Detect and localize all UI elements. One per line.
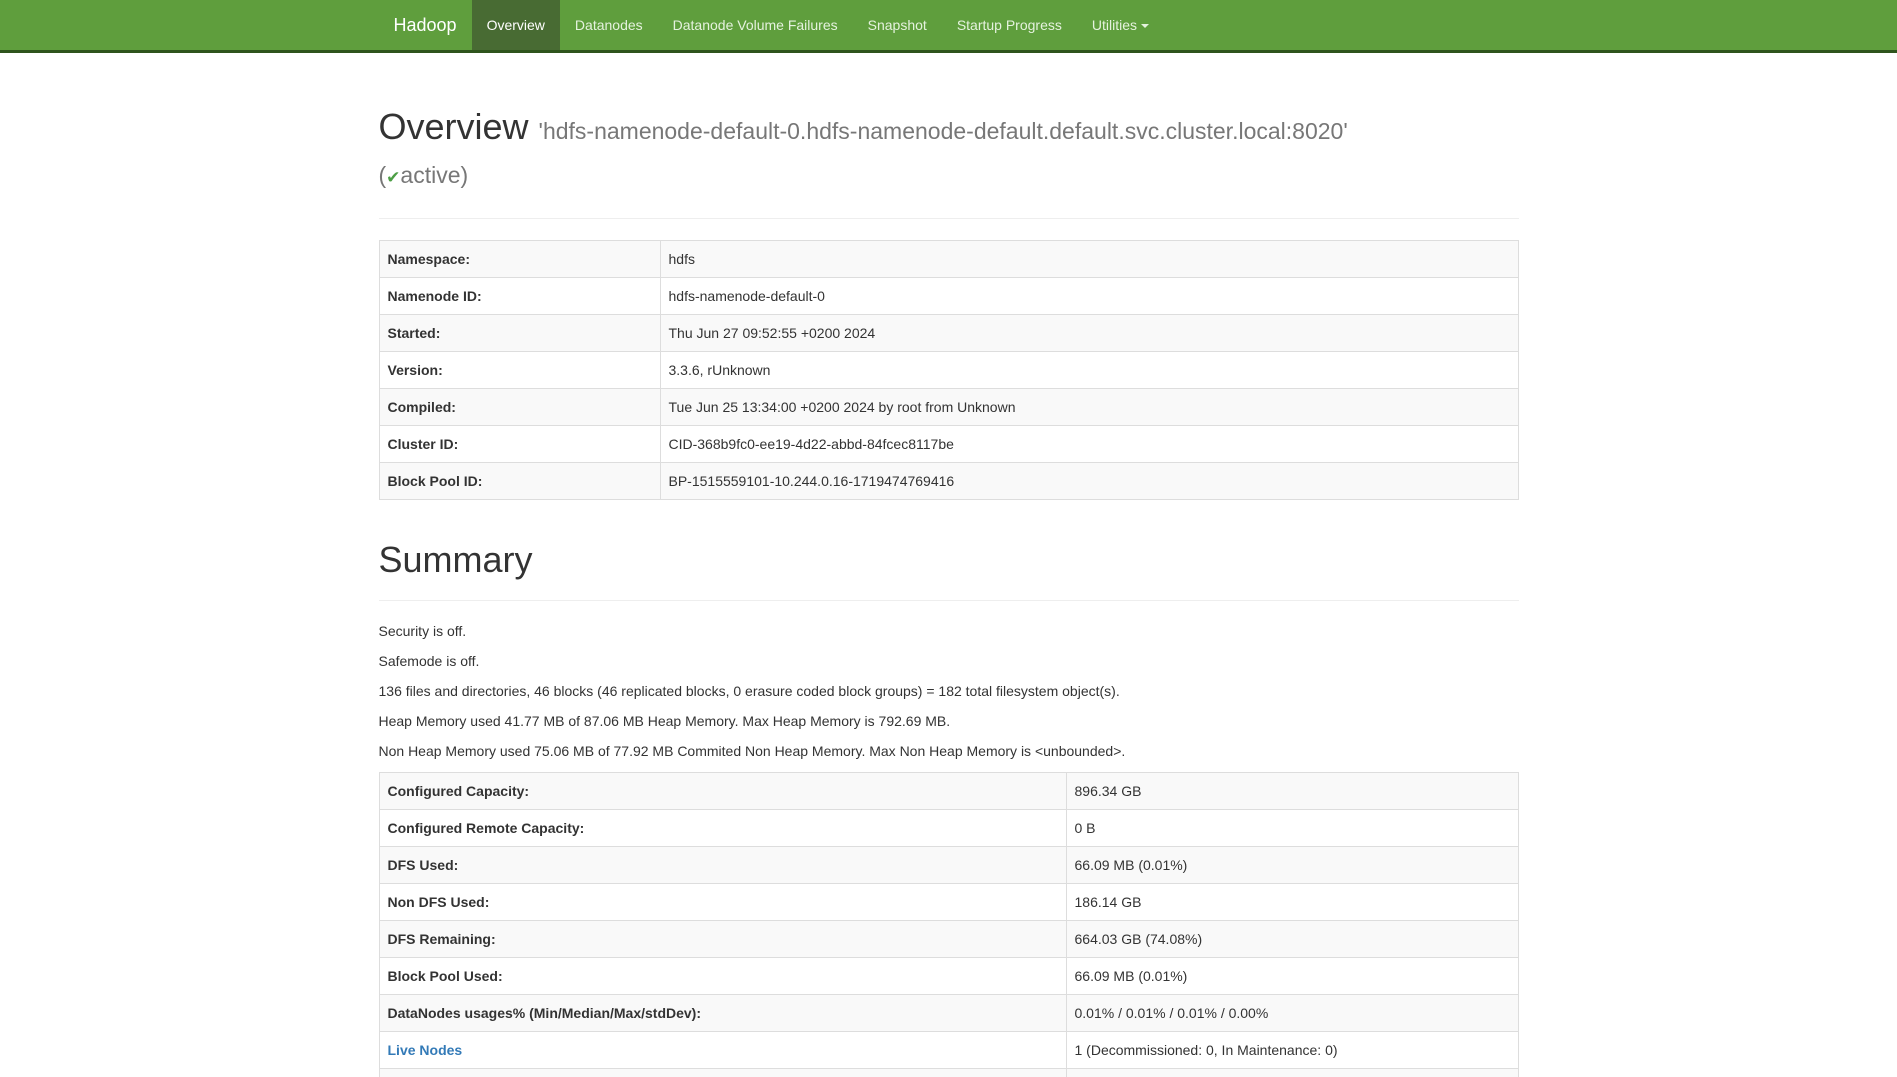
row-value: BP-1515559101-10.244.0.16-1719474769416 <box>660 463 1518 500</box>
table-row: Cluster ID:CID-368b9fc0-ee19-4d22-abbd-8… <box>379 426 1518 463</box>
title-divider <box>379 218 1519 219</box>
row-label: Cluster ID: <box>379 426 660 463</box>
row-value: 0 B <box>1066 810 1518 847</box>
navbar-menu: Overview Datanodes Datanode Volume Failu… <box>472 0 1164 50</box>
page-title: Overview 'hdfs-namenode-default-0.hdfs-n… <box>379 107 1519 198</box>
row-label: Configured Remote Capacity: <box>379 810 1066 847</box>
row-value: 0 (Decommissioned: 0, In Maintenance: 0) <box>1066 1069 1518 1077</box>
row-label: Version: <box>379 352 660 389</box>
main-content: Overview 'hdfs-namenode-default-0.hdfs-n… <box>379 107 1519 1077</box>
check-icon: ✔ <box>386 168 400 187</box>
row-value: 0.01% / 0.01% / 0.01% / 0.00% <box>1066 995 1518 1032</box>
row-label: DataNodes usages% (Min/Median/Max/stdDev… <box>379 995 1066 1032</box>
row-value: 66.09 MB (0.01%) <box>1066 847 1518 884</box>
row-value: CID-368b9fc0-ee19-4d22-abbd-84fcec8117be <box>660 426 1518 463</box>
namenode-info-table: Namespace:hdfsNamenode ID:hdfs-namenode-… <box>379 240 1519 500</box>
navbar: Hadoop Overview Datanodes Datanode Volum… <box>0 0 1897 53</box>
row-label: Non DFS Used: <box>379 884 1066 921</box>
summary-text-line: Heap Memory used 41.77 MB of 87.06 MB He… <box>379 711 1519 731</box>
status-label: active) <box>400 162 468 188</box>
row-label: Namenode ID: <box>379 278 660 315</box>
row-value: Tue Jun 25 13:34:00 +0200 2024 by root f… <box>660 389 1518 426</box>
row-label: DFS Used: <box>379 847 1066 884</box>
row-value: 186.14 GB <box>1066 884 1518 921</box>
row-label: Compiled: <box>379 389 660 426</box>
row-label: Block Pool ID: <box>379 463 660 500</box>
table-row: Live Nodes 1 (Decommissioned: 0, In Maint… <box>379 1032 1518 1069</box>
caret-down-icon <box>1141 24 1149 28</box>
table-row: DFS Remaining:664.03 GB (74.08%) <box>379 921 1518 958</box>
table-row: Version:3.3.6, rUnknown <box>379 352 1518 389</box>
row-label: Configured Capacity: <box>379 773 1066 810</box>
page-title-text: Overview <box>379 106 529 147</box>
table-row: Dead Nodes0 (Decommissioned: 0, In Maint… <box>379 1069 1518 1077</box>
nav-item-utilities-dropdown[interactable]: Utilities <box>1077 0 1164 50</box>
row-label: Dead Nodes <box>379 1069 1066 1077</box>
nav-item-datanodes[interactable]: Datanodes <box>560 0 658 50</box>
table-row: Configured Capacity:896.34 GB <box>379 773 1518 810</box>
row-value: 66.09 MB (0.01%) <box>1066 958 1518 995</box>
row-value: 1 (Decommissioned: 0, In Maintenance: 0) <box>1066 1032 1518 1069</box>
nav-item-startup-progress[interactable]: Startup Progress <box>942 0 1077 50</box>
summary-text-line: Non Heap Memory used 75.06 MB of 77.92 M… <box>379 741 1519 761</box>
table-row: Non DFS Used:186.14 GB <box>379 884 1518 921</box>
table-row: Block Pool Used:66.09 MB (0.01%) <box>379 958 1518 995</box>
namenode-status: (✔active) <box>379 162 469 188</box>
row-label: Block Pool Used: <box>379 958 1066 995</box>
nav-item-datanode-volume-failures[interactable]: Datanode Volume Failures <box>658 0 853 50</box>
navbar-brand[interactable]: Hadoop <box>379 0 472 50</box>
namenode-address: 'hdfs-namenode-default-0.hdfs-namenode-d… <box>539 118 1348 144</box>
table-row: Namespace:hdfs <box>379 241 1518 278</box>
summary-text-line: Safemode is off. <box>379 651 1519 671</box>
row-value: hdfs <box>660 241 1518 278</box>
nav-item-utilities-label: Utilities <box>1092 17 1137 33</box>
table-row: Compiled:Tue Jun 25 13:34:00 +0200 2024 … <box>379 389 1518 426</box>
table-row: Configured Remote Capacity:0 B <box>379 810 1518 847</box>
nav-item-overview[interactable]: Overview <box>472 0 560 50</box>
table-row: Started:Thu Jun 27 09:52:55 +0200 2024 <box>379 315 1518 352</box>
table-row: DataNodes usages% (Min/Median/Max/stdDev… <box>379 995 1518 1032</box>
row-value: 896.34 GB <box>1066 773 1518 810</box>
table-row: DFS Used:66.09 MB (0.01%) <box>379 847 1518 884</box>
row-value: hdfs-namenode-default-0 <box>660 278 1518 315</box>
navbar-container: Hadoop Overview Datanodes Datanode Volum… <box>364 0 1534 50</box>
row-value: 664.03 GB (74.08%) <box>1066 921 1518 958</box>
summary-heading: Summary <box>379 540 1519 580</box>
row-label: Started: <box>379 315 660 352</box>
summary-text: Security is off. Safemode is off. 136 fi… <box>379 621 1519 761</box>
row-label: Namespace: <box>379 241 660 278</box>
summary-divider <box>379 600 1519 601</box>
nav-item-snapshot[interactable]: Snapshot <box>853 0 942 50</box>
row-label: Live Nodes <box>379 1032 1066 1069</box>
row-value: 3.3.6, rUnknown <box>660 352 1518 389</box>
table-row: Block Pool ID:BP-1515559101-10.244.0.16-… <box>379 463 1518 500</box>
table-row: Namenode ID:hdfs-namenode-default-0 <box>379 278 1518 315</box>
summary-text-line: Security is off. <box>379 621 1519 641</box>
summary-text-line: 136 files and directories, 46 blocks (46… <box>379 681 1519 701</box>
row-value: Thu Jun 27 09:52:55 +0200 2024 <box>660 315 1518 352</box>
row-label-link[interactable]: Live Nodes <box>388 1042 463 1058</box>
row-label: DFS Remaining: <box>379 921 1066 958</box>
cluster-summary-table: Configured Capacity:896.34 GBConfigured … <box>379 772 1519 1077</box>
